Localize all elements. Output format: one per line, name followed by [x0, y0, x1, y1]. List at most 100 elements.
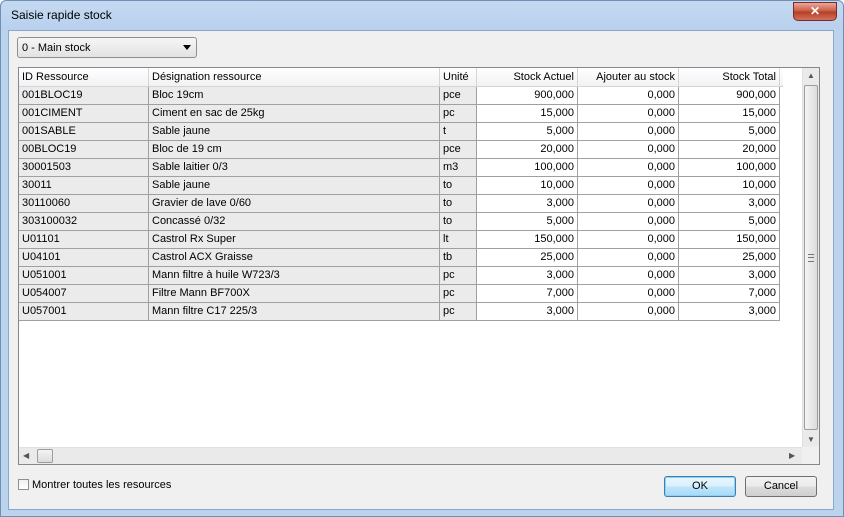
cell-designation[interactable]: Mann filtre C17 225/3: [149, 303, 440, 321]
ok-button[interactable]: OK: [664, 476, 736, 497]
cell-designation[interactable]: Mann filtre à huile W723/3: [149, 267, 440, 285]
cell-ajouter[interactable]: 0,000: [578, 105, 679, 123]
cell-stock-total[interactable]: 5,000: [679, 213, 780, 231]
table-row[interactable]: U057001 Mann filtre C17 225/3 pc 3,000 0,000…: [19, 303, 780, 321]
cell-unite[interactable]: tb: [440, 249, 477, 267]
cell-stock-actuel[interactable]: 15,000: [477, 105, 578, 123]
table-row[interactable]: 30001503 Sable laitier 0/3 m3 100,000 0,000 1…: [19, 159, 780, 177]
cell-unite[interactable]: to: [440, 177, 477, 195]
cell-ajouter[interactable]: 0,000: [578, 249, 679, 267]
cell-stock-actuel[interactable]: 7,000: [477, 285, 578, 303]
cell-unite[interactable]: pce: [440, 141, 477, 159]
cell-stock-total[interactable]: 100,000: [679, 159, 780, 177]
cell-unite[interactable]: pce: [440, 87, 477, 105]
cell-stock-total[interactable]: 3,000: [679, 267, 780, 285]
cell-unite[interactable]: pc: [440, 267, 477, 285]
cell-designation[interactable]: Ciment en sac de 25kg: [149, 105, 440, 123]
cell-designation[interactable]: Sable laitier 0/3: [149, 159, 440, 177]
table-row[interactable]: U01101 Castrol Rx Super lt 150,000 0,000 150,…: [19, 231, 780, 249]
cell-stock-total[interactable]: 3,000: [679, 303, 780, 321]
close-button[interactable]: ✕: [793, 2, 837, 21]
scroll-right-icon[interactable]: ▶: [789, 451, 795, 460]
cell-unite[interactable]: pc: [440, 285, 477, 303]
cell-ajouter[interactable]: 0,000: [578, 159, 679, 177]
cell-unite[interactable]: to: [440, 213, 477, 231]
cell-designation[interactable]: Concassé 0/32: [149, 213, 440, 231]
cell-ajouter[interactable]: 0,000: [578, 303, 679, 321]
column-header-stock-actuel[interactable]: Stock Actuel: [477, 68, 578, 86]
cell-id[interactable]: 001BLOC19: [19, 87, 149, 105]
cell-stock-actuel[interactable]: 150,000: [477, 231, 578, 249]
show-all-resources-label[interactable]: Montrer toutes les resources: [32, 479, 171, 491]
scroll-down-icon[interactable]: ▼: [807, 435, 815, 444]
cell-designation[interactable]: Filtre Mann BF700X: [149, 285, 440, 303]
table-row[interactable]: 303100032 Concassé 0/32 to 5,000 0,000 5,000: [19, 213, 780, 231]
scroll-left-icon[interactable]: ◀: [23, 451, 29, 460]
table-row[interactable]: 30011 Sable jaune to 10,000 0,000 10,000: [19, 177, 780, 195]
cell-stock-total[interactable]: 25,000: [679, 249, 780, 267]
cell-id[interactable]: U04101: [19, 249, 149, 267]
cell-unite[interactable]: m3: [440, 159, 477, 177]
cell-id[interactable]: 00BLOC19: [19, 141, 149, 159]
column-header-stock-total[interactable]: Stock Total: [679, 68, 780, 86]
column-header-id[interactable]: ID Ressource: [19, 68, 149, 86]
show-all-resources-checkbox[interactable]: [18, 479, 29, 490]
cell-id[interactable]: 30110060: [19, 195, 149, 213]
cell-unite[interactable]: t: [440, 123, 477, 141]
column-header-unite[interactable]: Unité: [440, 68, 477, 86]
stock-location-select[interactable]: 0 - Main stock: [17, 37, 197, 58]
cell-stock-total[interactable]: 900,000: [679, 87, 780, 105]
table-row[interactable]: U051001 Mann filtre à huile W723/3 pc 3,000…: [19, 267, 780, 285]
cell-unite[interactable]: lt: [440, 231, 477, 249]
scroll-up-icon[interactable]: ▲: [807, 71, 815, 80]
cell-designation[interactable]: Castrol ACX Graisse: [149, 249, 440, 267]
cell-id[interactable]: 001SABLE: [19, 123, 149, 141]
cell-stock-total[interactable]: 150,000: [679, 231, 780, 249]
table-row[interactable]: U04101 Castrol ACX Graisse tb 25,000 0,000 25…: [19, 249, 780, 267]
cancel-button[interactable]: Cancel: [745, 476, 817, 497]
table-row[interactable]: U054007 Filtre Mann BF700X pc 7,000 0,000 7,0…: [19, 285, 780, 303]
cell-ajouter[interactable]: 0,000: [578, 141, 679, 159]
vertical-scroll-thumb[interactable]: [804, 85, 818, 430]
cell-stock-total[interactable]: 5,000: [679, 123, 780, 141]
cell-id[interactable]: 30011: [19, 177, 149, 195]
cell-stock-actuel[interactable]: 25,000: [477, 249, 578, 267]
cell-stock-actuel[interactable]: 5,000: [477, 123, 578, 141]
cell-ajouter[interactable]: 0,000: [578, 87, 679, 105]
cell-stock-actuel[interactable]: 20,000: [477, 141, 578, 159]
horizontal-scroll-thumb[interactable]: [37, 449, 53, 463]
cell-id[interactable]: U01101: [19, 231, 149, 249]
cell-designation[interactable]: Bloc 19cm: [149, 87, 440, 105]
cell-stock-total[interactable]: 10,000: [679, 177, 780, 195]
cell-id[interactable]: 001CIMENT: [19, 105, 149, 123]
cell-designation[interactable]: Castrol Rx Super: [149, 231, 440, 249]
cell-stock-actuel[interactable]: 3,000: [477, 267, 578, 285]
cell-designation[interactable]: Sable jaune: [149, 177, 440, 195]
cell-designation[interactable]: Bloc de 19 cm: [149, 141, 440, 159]
horizontal-scrollbar[interactable]: ◀ ▶: [19, 447, 803, 464]
cell-unite[interactable]: pc: [440, 105, 477, 123]
cell-ajouter[interactable]: 0,000: [578, 267, 679, 285]
cell-stock-actuel[interactable]: 10,000: [477, 177, 578, 195]
column-header-ajouter[interactable]: Ajouter au stock: [578, 68, 679, 86]
cell-ajouter[interactable]: 0,000: [578, 177, 679, 195]
cell-ajouter[interactable]: 0,000: [578, 213, 679, 231]
table-row[interactable]: 001CIMENT Ciment en sac de 25kg pc 15,000 0,…: [19, 105, 780, 123]
cell-stock-actuel[interactable]: 3,000: [477, 195, 578, 213]
cell-stock-total[interactable]: 20,000: [679, 141, 780, 159]
table-row[interactable]: 30110060 Gravier de lave 0/60 to 3,000 0,000…: [19, 195, 780, 213]
cell-id[interactable]: U054007: [19, 285, 149, 303]
column-header-designation[interactable]: Désignation ressource: [149, 68, 440, 86]
cell-ajouter[interactable]: 0,000: [578, 195, 679, 213]
cell-designation[interactable]: Sable jaune: [149, 123, 440, 141]
cell-stock-total[interactable]: 15,000: [679, 105, 780, 123]
cell-unite[interactable]: to: [440, 195, 477, 213]
cell-designation[interactable]: Gravier de lave 0/60: [149, 195, 440, 213]
table-row[interactable]: 00BLOC19 Bloc de 19 cm pce 20,000 0,000 20,00…: [19, 141, 780, 159]
cell-id[interactable]: U051001: [19, 267, 149, 285]
table-row[interactable]: 001SABLE Sable jaune t 5,000 0,000 5,000: [19, 123, 780, 141]
cell-id[interactable]: 303100032: [19, 213, 149, 231]
cell-id[interactable]: U057001: [19, 303, 149, 321]
table-row[interactable]: 001BLOC19 Bloc 19cm pce 900,000 0,000 900,000: [19, 87, 780, 105]
vertical-scrollbar[interactable]: ▲ ▼: [802, 68, 819, 448]
